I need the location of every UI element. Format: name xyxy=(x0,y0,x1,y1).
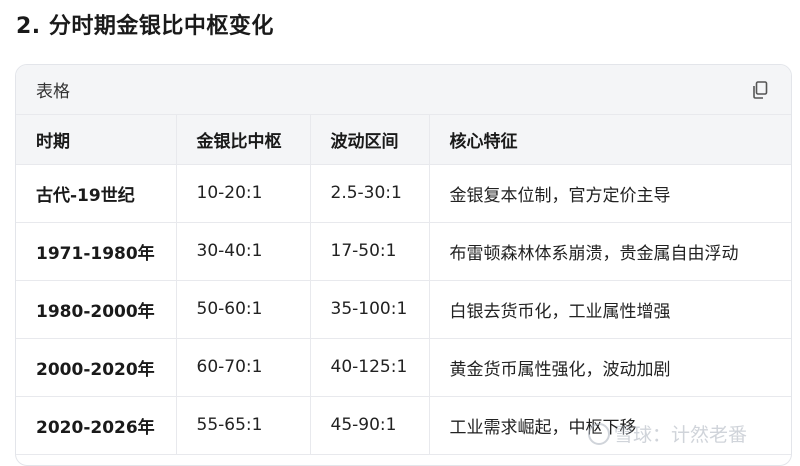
cell-period: 2000-2020年 xyxy=(16,338,177,397)
table-header-row: 时期 金银比中枢 波动区间 核心特征 xyxy=(16,115,791,165)
copy-icon[interactable] xyxy=(749,79,771,101)
column-header-ratio-center: 金银比中枢 xyxy=(176,115,311,165)
cell-range: 45-90:1 xyxy=(310,396,430,455)
section-heading: 2. 分时期金银比中枢变化 xyxy=(16,14,274,39)
table-card-header: 表格 xyxy=(16,65,791,115)
table-row: 2000-2020年 60-70:1 40-125:1 黄金货币属性强化，波动加… xyxy=(16,338,791,397)
cell-ratio-center: 60-70:1 xyxy=(176,338,311,397)
column-header-range: 波动区间 xyxy=(310,115,430,165)
cell-period: 1980-2000年 xyxy=(16,280,177,339)
cell-ratio-center: 50-60:1 xyxy=(176,280,311,339)
gold-silver-ratio-table: 时期 金银比中枢 波动区间 核心特征 古代-19世纪 10-20:1 2.5-3… xyxy=(16,115,791,455)
cell-feature: 白银去货币化，工业属性增强 xyxy=(429,280,791,339)
table-row: 2020-2026年 55-65:1 45-90:1 工业需求崛起，中枢下移 xyxy=(16,396,791,455)
cell-period: 2020-2026年 xyxy=(16,396,177,455)
cell-ratio-center: 10-20:1 xyxy=(176,164,311,223)
cell-range: 2.5-30:1 xyxy=(310,164,430,223)
cell-period: 1971-1980年 xyxy=(16,222,177,281)
table-row: 1971-1980年 30-40:1 17-50:1 布雷顿森林体系崩溃，贵金属… xyxy=(16,222,791,281)
cell-feature: 黄金货币属性强化，波动加剧 xyxy=(429,338,791,397)
cell-feature: 布雷顿森林体系崩溃，贵金属自由浮动 xyxy=(429,222,791,281)
cell-feature: 金银复本位制，官方定价主导 xyxy=(429,164,791,223)
table-card-title: 表格 xyxy=(36,82,70,102)
cell-ratio-center: 30-40:1 xyxy=(176,222,311,281)
table-card: 表格 时期 金银比中枢 波动区间 核心特征 古代-19世纪 10-20:1 2.… xyxy=(15,64,792,466)
cell-range: 17-50:1 xyxy=(310,222,430,281)
table-row: 古代-19世纪 10-20:1 2.5-30:1 金银复本位制，官方定价主导 xyxy=(16,164,791,223)
cell-range: 40-125:1 xyxy=(310,338,430,397)
column-header-period: 时期 xyxy=(16,115,177,165)
column-header-feature: 核心特征 xyxy=(429,115,791,165)
cell-ratio-center: 55-65:1 xyxy=(176,396,311,455)
table-row: 1980-2000年 50-60:1 35-100:1 白银去货币化，工业属性增… xyxy=(16,280,791,339)
cell-feature: 工业需求崛起，中枢下移 xyxy=(429,396,791,455)
cell-range: 35-100:1 xyxy=(310,280,430,339)
cell-period: 古代-19世纪 xyxy=(16,164,177,223)
